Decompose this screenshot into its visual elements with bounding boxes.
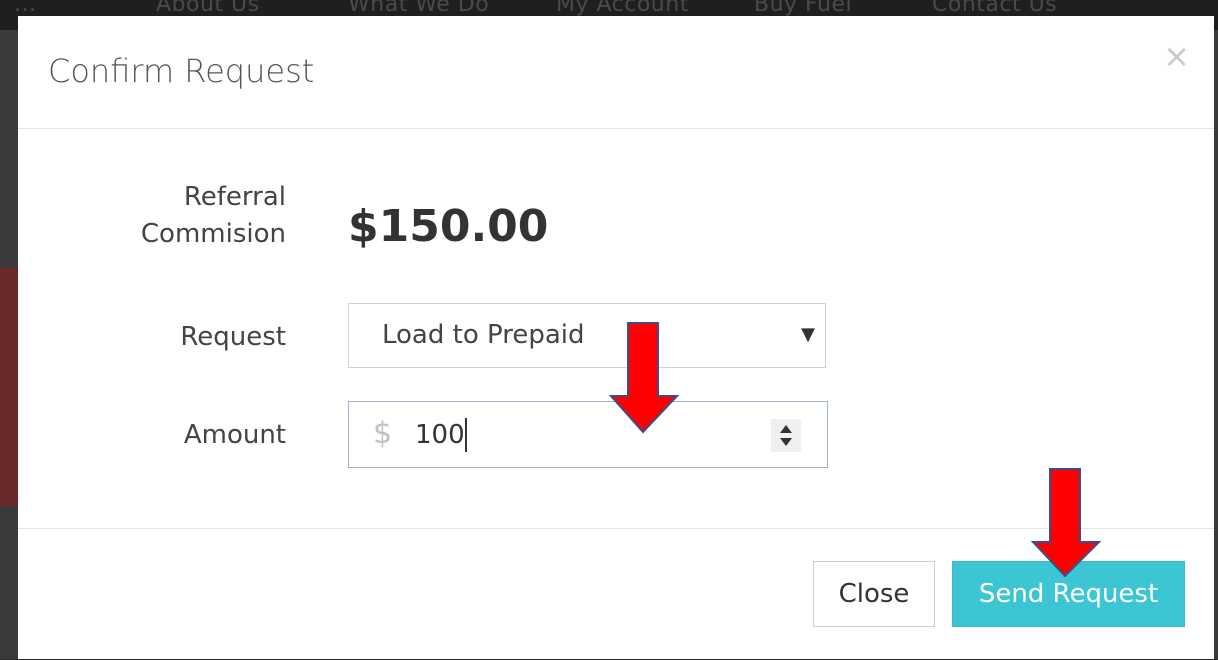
referral-commission-label: Referral Commision [18, 179, 286, 253]
amount-value: 100 [415, 420, 465, 450]
modal-header: Confirm Request × [18, 16, 1214, 129]
bg-nav-item: My Account [556, 0, 689, 17]
modal-title: Confirm Request [48, 52, 315, 90]
amount-input[interactable]: $ 100 [348, 401, 828, 468]
background-red-panel [0, 268, 18, 506]
bg-nav-item: Buy Fuel [754, 0, 853, 17]
referral-label-line2: Commision [140, 219, 286, 249]
close-icon[interactable]: × [1163, 40, 1190, 72]
close-button[interactable]: Close [813, 561, 935, 627]
referral-label-line1: Referral [183, 182, 286, 212]
request-type-select[interactable]: Load to Prepaid ▼ [348, 303, 826, 368]
bg-nav-item: About Us [156, 0, 260, 17]
bg-nav-item: What We Do [348, 0, 490, 17]
dollar-icon: $ [373, 416, 393, 451]
annotation-arrow-amount [608, 322, 680, 434]
bg-nav-item: Contact Us [932, 0, 1058, 17]
annotation-arrow-send [1030, 468, 1102, 578]
referral-commission-amount: $150.00 [348, 201, 549, 252]
text-cursor [465, 418, 467, 452]
request-label: Request [180, 322, 286, 352]
amount-label: Amount [183, 420, 286, 450]
number-spinner-icon[interactable] [771, 419, 801, 452]
spinner-down-icon[interactable] [780, 438, 792, 446]
chevron-down-icon: ▼ [801, 324, 815, 345]
request-selected-value: Load to Prepaid [382, 320, 585, 350]
spinner-up-icon[interactable] [780, 425, 792, 433]
bg-nav-item: ... [14, 0, 37, 17]
